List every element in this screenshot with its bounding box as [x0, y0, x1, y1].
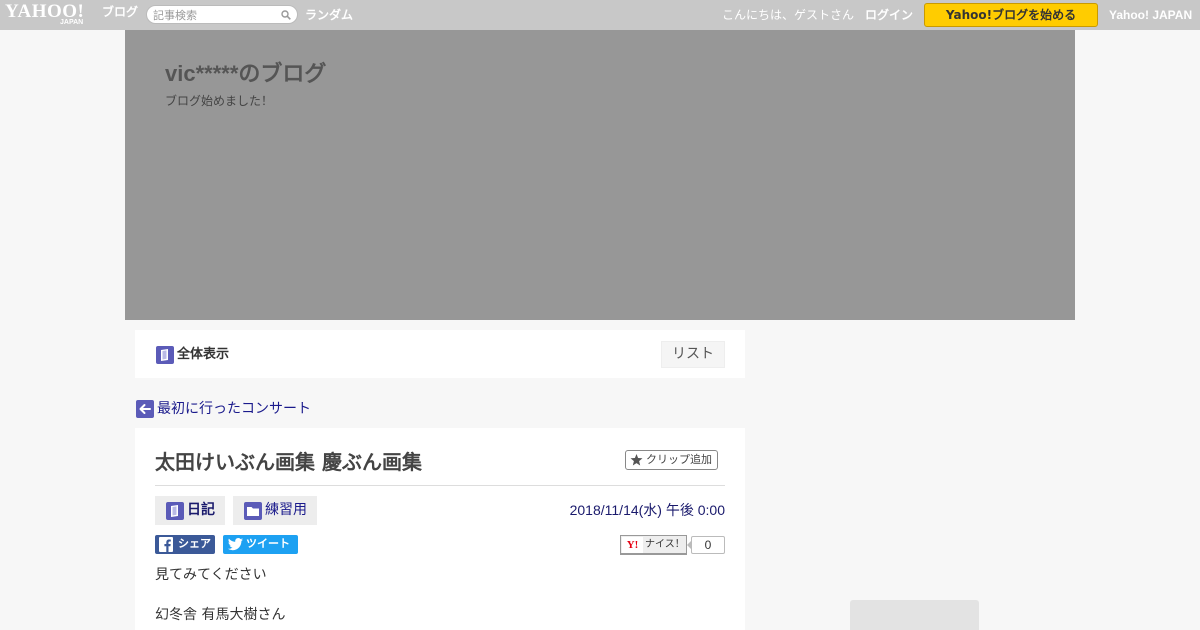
- folder-icon: [244, 502, 262, 520]
- category-diary[interactable]: 日記: [155, 496, 225, 525]
- facebook-share-button[interactable]: シェア: [155, 535, 215, 554]
- arrow-left-icon: [136, 400, 154, 418]
- service-name[interactable]: ブログ: [102, 5, 138, 19]
- greeting-text: こんにちは、ゲストさん: [722, 8, 855, 22]
- search-input[interactable]: [153, 8, 278, 22]
- nice-label: ナイス！: [645, 539, 685, 550]
- content-area: 全体表示 リスト 最初に行ったコンサート 太田けいぶん画集 慶ぶん画集 クリップ…: [125, 320, 1075, 630]
- title-divider: [155, 485, 725, 486]
- view-nav: 全体表示 リスト: [135, 330, 745, 378]
- facebook-share-label: シェア: [178, 537, 211, 550]
- category-label: 練習用: [265, 502, 307, 518]
- view-all-link[interactable]: 全体表示: [177, 347, 229, 362]
- top-bar: YAHOO! JAPAN ブログ ランダム こんにちは、ゲストさん ログイン Y…: [0, 0, 1200, 30]
- clip-add-button[interactable]: クリップ追加: [625, 450, 718, 470]
- book-icon: [166, 502, 184, 520]
- start-blog-button[interactable]: Yahoo!ブログを始める: [924, 3, 1098, 27]
- twitter-share-button[interactable]: ツイート: [223, 535, 298, 554]
- nice-button[interactable]: Y! ナイス！: [620, 535, 687, 555]
- book-icon: [156, 346, 174, 364]
- category-label: 日記: [187, 502, 215, 518]
- yahoo-y-icon: Y!: [622, 537, 643, 553]
- article-title: 太田けいぶん画集 慶ぶん画集: [155, 450, 422, 474]
- blog-title[interactable]: vic*****のブログ: [165, 60, 326, 88]
- article-body-line: 見てみてください: [155, 567, 267, 583]
- login-link[interactable]: ログイン: [865, 8, 913, 22]
- clip-add-label: クリップ追加: [646, 453, 712, 466]
- twitter-icon: [228, 538, 243, 551]
- sidebar-box: [850, 600, 979, 630]
- nice-count: 0: [691, 536, 725, 554]
- yahoo-japan-link[interactable]: Yahoo! JAPAN: [1109, 8, 1192, 22]
- yahoo-logo[interactable]: YAHOO! JAPAN: [5, 2, 100, 28]
- star-icon: [630, 454, 643, 466]
- article-body-line: 幻冬舎 有馬大樹さん: [155, 607, 286, 623]
- blog-header: vic*****のブログ ブログ始めました！: [125, 30, 1075, 320]
- category-practice[interactable]: 練習用: [233, 496, 317, 525]
- search-icon[interactable]: [281, 10, 291, 20]
- post-date: 2018/11/14(水) 午後 0:00: [569, 502, 725, 518]
- random-link[interactable]: ランダム: [305, 8, 353, 22]
- blog-description: ブログ始めました！: [165, 94, 274, 108]
- prev-post-title: 最初に行ったコンサート: [157, 401, 311, 417]
- facebook-icon: [159, 537, 173, 552]
- list-view-button[interactable]: リスト: [661, 341, 725, 368]
- search-box: [146, 5, 298, 24]
- article: 太田けいぶん画集 慶ぶん画集 クリップ追加 日記 練習用 2018/11/14(…: [135, 428, 745, 630]
- twitter-share-label: ツイート: [246, 537, 290, 550]
- yahoo-logo-sub: JAPAN: [60, 19, 84, 26]
